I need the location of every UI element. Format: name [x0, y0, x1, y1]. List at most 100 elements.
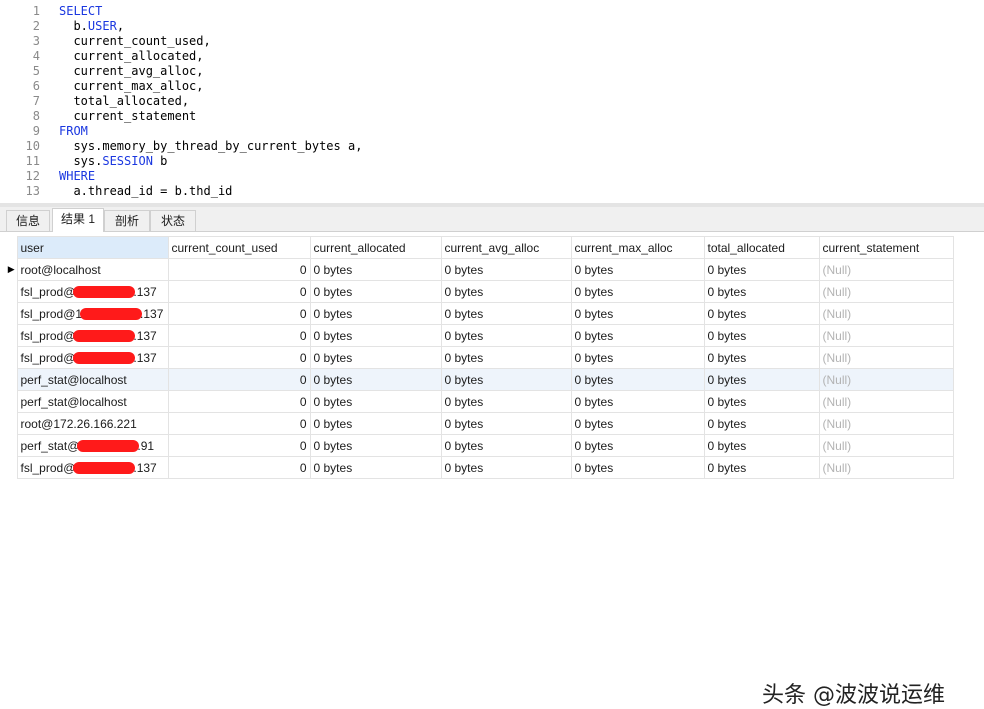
cell-current-allocated[interactable]: 0 bytes: [309, 302, 442, 325]
cell-current-avg-alloc[interactable]: 0 bytes: [440, 434, 572, 457]
cell-user[interactable]: fsl_prod@1 .137: [16, 302, 169, 325]
cell-current-allocated[interactable]: 0 bytes: [309, 368, 442, 391]
cell-current-max-alloc[interactable]: 0 bytes: [570, 324, 705, 347]
cell-current-statement[interactable]: (Null): [818, 258, 954, 281]
tab-result-1[interactable]: 结果 1: [52, 208, 104, 232]
cell-current-max-alloc[interactable]: 0 bytes: [570, 456, 705, 479]
table-row[interactable]: root@172.26.166.221 0 0 bytes 0 bytes 0 byte…: [6, 412, 954, 435]
cell-current-statement[interactable]: (Null): [818, 324, 954, 347]
cell-current-count-used[interactable]: 0: [167, 390, 311, 413]
column-header-current-max-alloc[interactable]: current_max_alloc: [570, 236, 705, 259]
cell-user[interactable]: perf_stat@localhost: [16, 368, 169, 391]
cell-current-max-alloc[interactable]: 0 bytes: [570, 302, 705, 325]
table-row[interactable]: fsl_prod@ .137 0 0 bytes 0 bytes 0 bytes 0 byt…: [6, 346, 954, 369]
cell-total-allocated[interactable]: 0 bytes: [703, 302, 820, 325]
sql-editor[interactable]: 1 2 3 4 5 6 7 8 9 10 11 12 13 SELECT b.USER, current…: [0, 0, 984, 203]
table-row[interactable]: fsl_prod@ .137 0 0 bytes 0 bytes 0 bytes 0 byt…: [6, 456, 954, 479]
cell-current-max-alloc[interactable]: 0 bytes: [570, 346, 705, 369]
cell-current-count-used[interactable]: 0: [167, 302, 311, 325]
sql-code[interactable]: SELECT b.USER, current_count_used, curre…: [59, 4, 362, 199]
cell-current-statement[interactable]: (Null): [818, 346, 954, 369]
cell-total-allocated[interactable]: 0 bytes: [703, 412, 820, 435]
cell-current-avg-alloc[interactable]: 0 bytes: [440, 346, 572, 369]
cell-current-count-used[interactable]: 0: [167, 324, 311, 347]
cell-current-count-used[interactable]: 0: [167, 456, 311, 479]
column-header-current-avg-alloc[interactable]: current_avg_alloc: [440, 236, 572, 259]
cell-current-statement[interactable]: (Null): [818, 434, 954, 457]
tab-info[interactable]: 信息: [6, 210, 50, 231]
cell-current-statement[interactable]: (Null): [818, 412, 954, 435]
table-row[interactable]: fsl_prod@ .137 0 0 bytes 0 bytes 0 bytes 0 byt…: [6, 324, 954, 347]
table-row[interactable]: fsl_prod@1.137 0 0 bytes 0 bytes 0 bytes 0 by…: [6, 302, 954, 325]
cell-user[interactable]: fsl_prod@ .137: [16, 280, 169, 303]
user-text: root@172.26.166.221: [20, 416, 137, 431]
line-number: 1: [32, 4, 40, 18]
cell-total-allocated[interactable]: 0 bytes: [703, 280, 820, 303]
cell-current-statement[interactable]: (Null): [818, 390, 954, 413]
cell-current-max-alloc[interactable]: 0 bytes: [570, 434, 705, 457]
table-row[interactable]: fsl_prod@ .137 0 0 bytes 0 bytes 0 bytes 0 byt…: [6, 280, 954, 303]
cell-current-max-alloc[interactable]: 0 bytes: [570, 280, 705, 303]
cell-total-allocated[interactable]: 0 bytes: [703, 368, 820, 391]
table-row[interactable]: perf_stat@localhost 0 0 bytes 0 bytes 0 byte…: [6, 390, 954, 413]
table-row[interactable]: ▶ root@localhost 0 0 bytes 0 bytes 0 bytes 0 b…: [6, 258, 954, 281]
cell-total-allocated[interactable]: 0 bytes: [703, 390, 820, 413]
cell-current-avg-alloc[interactable]: 0 bytes: [440, 302, 572, 325]
cell-current-allocated[interactable]: 0 bytes: [309, 390, 442, 413]
cell-user[interactable]: fsl_prod@ .137: [16, 346, 169, 369]
cell-current-max-alloc[interactable]: 0 bytes: [570, 258, 705, 281]
cell-current-avg-alloc[interactable]: 0 bytes: [440, 412, 572, 435]
cell-current-avg-alloc[interactable]: 0 bytes: [440, 324, 572, 347]
cell-current-count-used[interactable]: 0: [167, 412, 311, 435]
table-row[interactable]: perf_stat@localhost 0 0 bytes 0 bytes 0 byte…: [6, 368, 954, 391]
cell-current-count-used[interactable]: 0: [167, 280, 311, 303]
tab-profile[interactable]: 剖析: [104, 210, 150, 231]
column-header-current-allocated[interactable]: current_allocated: [309, 236, 442, 259]
cell-current-max-alloc[interactable]: 0 bytes: [570, 412, 705, 435]
cell-current-avg-alloc[interactable]: 0 bytes: [440, 456, 572, 479]
row-marker: [6, 390, 18, 413]
code-line: FROM: [59, 124, 362, 139]
cell-current-max-alloc[interactable]: 0 bytes: [570, 368, 705, 391]
cell-current-allocated[interactable]: 0 bytes: [309, 434, 442, 457]
cell-user[interactable]: root@localhost: [16, 258, 169, 281]
column-header-current-statement[interactable]: current_statement: [818, 236, 954, 259]
cell-current-avg-alloc[interactable]: 0 bytes: [440, 368, 572, 391]
column-header-current-count-used[interactable]: current_count_used: [167, 236, 311, 259]
cell-current-allocated[interactable]: 0 bytes: [309, 280, 442, 303]
column-header-total-allocated[interactable]: total_allocated: [703, 236, 820, 259]
cell-current-count-used[interactable]: 0: [167, 434, 311, 457]
cell-current-avg-alloc[interactable]: 0 bytes: [440, 280, 572, 303]
code-text: current_avg_alloc,: [59, 64, 204, 78]
cell-current-allocated[interactable]: 0 bytes: [309, 412, 442, 435]
cell-total-allocated[interactable]: 0 bytes: [703, 258, 820, 281]
cell-current-count-used[interactable]: 0: [167, 368, 311, 391]
cell-current-allocated[interactable]: 0 bytes: [309, 346, 442, 369]
cell-total-allocated[interactable]: 0 bytes: [703, 434, 820, 457]
cell-total-allocated[interactable]: 0 bytes: [703, 324, 820, 347]
code-text: current_max_alloc,: [59, 79, 204, 93]
cell-current-allocated[interactable]: 0 bytes: [309, 324, 442, 347]
cell-current-allocated[interactable]: 0 bytes: [309, 456, 442, 479]
cell-current-statement[interactable]: (Null): [818, 280, 954, 303]
cell-total-allocated[interactable]: 0 bytes: [703, 346, 820, 369]
cell-user[interactable]: fsl_prod@ .137: [16, 456, 169, 479]
cell-current-statement[interactable]: (Null): [818, 456, 954, 479]
table-row[interactable]: perf_stat@ .91 0 0 bytes 0 bytes 0 bytes 0 byt…: [6, 434, 954, 457]
cell-user[interactable]: fsl_prod@ .137: [16, 324, 169, 347]
cell-user[interactable]: perf_stat@localhost: [16, 390, 169, 413]
cell-current-count-used[interactable]: 0: [167, 346, 311, 369]
cell-current-statement[interactable]: (Null): [818, 302, 954, 325]
cell-current-max-alloc[interactable]: 0 bytes: [570, 390, 705, 413]
cell-current-count-used[interactable]: 0: [167, 258, 311, 281]
cell-current-statement[interactable]: (Null): [818, 368, 954, 391]
cell-current-avg-alloc[interactable]: 0 bytes: [440, 390, 572, 413]
tab-status[interactable]: 状态: [150, 210, 196, 231]
cell-total-allocated[interactable]: 0 bytes: [703, 456, 820, 479]
cell-current-avg-alloc[interactable]: 0 bytes: [440, 258, 572, 281]
row-marker: [6, 302, 18, 325]
cell-user[interactable]: perf_stat@ .91: [16, 434, 169, 457]
cell-user[interactable]: root@172.26.166.221: [16, 412, 169, 435]
column-header-user[interactable]: user: [16, 236, 169, 259]
cell-current-allocated[interactable]: 0 bytes: [309, 258, 442, 281]
